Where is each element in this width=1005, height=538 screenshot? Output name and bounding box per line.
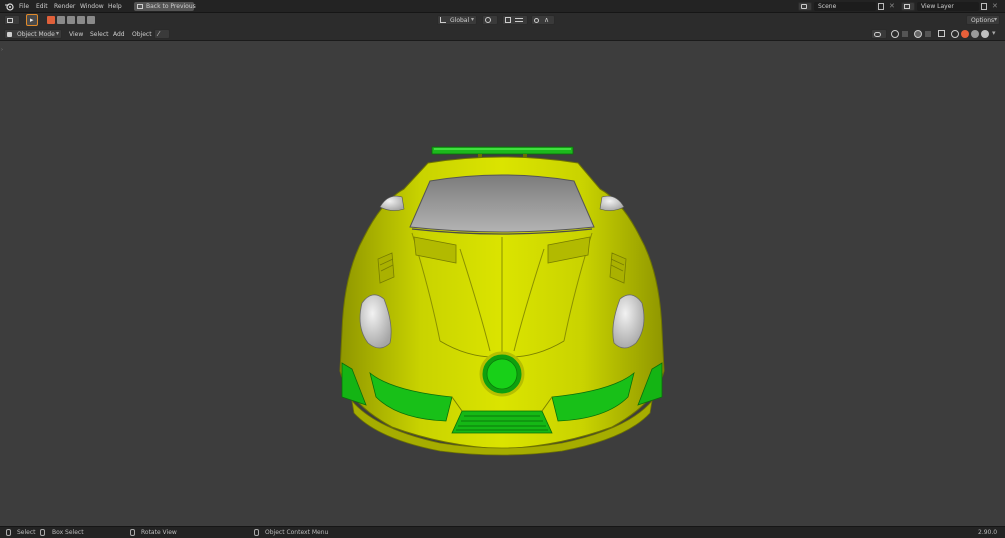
version-label: 2.90.0 (978, 529, 998, 536)
status-rotate-view-label: Rotate View (141, 529, 177, 536)
box-select-mouse-icon (40, 529, 45, 536)
falloff-curve-icon: ∧ (544, 16, 550, 24)
menu-object[interactable]: Object (132, 31, 152, 38)
top-bar: File Edit Render Window Help Back to Pre… (0, 0, 1005, 13)
visibility-dropdown[interactable] (871, 29, 887, 39)
orientation-axes-icon (440, 17, 446, 23)
shading-solid-icon[interactable] (961, 30, 969, 38)
mode-intersect-icon[interactable] (87, 16, 95, 24)
interaction-mode-label: Object Mode (17, 31, 55, 38)
back-to-previous-button[interactable]: Back to Previous (134, 2, 196, 11)
options-chevron-icon: ▾ (994, 16, 998, 23)
scene-name-field[interactable]: Scene (814, 2, 876, 11)
view-layer-browse-button[interactable] (901, 2, 915, 11)
back-icon (137, 4, 143, 9)
snap-dropdown[interactable] (502, 15, 528, 25)
back-to-previous-label: Back to Previous (146, 3, 196, 10)
cursor-arrow-icon: ▸ (30, 16, 34, 24)
eye-icon (874, 32, 881, 37)
pivot-icon (485, 17, 491, 23)
chevron-down-icon: ▾ (471, 16, 475, 23)
mode-chevron-icon: ▾ (56, 30, 60, 37)
tool-header: ▸ Global ▾ ∧ Options ▾ (0, 13, 1005, 27)
overlay-dropdown-icon[interactable] (925, 31, 931, 37)
paint-brush-dropdown[interactable]: ⁄ (154, 29, 170, 39)
mode-new-icon[interactable] (47, 16, 55, 24)
shading-options-chevron-icon[interactable]: ▾ (992, 29, 996, 37)
select-tool-button[interactable]: ▸ (26, 14, 38, 26)
mode-invert-icon[interactable] (77, 16, 85, 24)
xray-toggle-icon[interactable] (938, 30, 945, 37)
menu-select[interactable]: Select (90, 31, 109, 38)
magnet-icon (505, 17, 511, 23)
status-box-select-label: Box Select (52, 529, 84, 536)
shading-wireframe-icon[interactable] (951, 30, 959, 38)
status-bar: Select Box Select Rotate View Object Con… (0, 526, 1005, 538)
delete-view-layer-icon[interactable]: ✕ (992, 2, 998, 10)
status-context-menu-label: Object Context Menu (265, 529, 329, 536)
gizmo-toggle-icon[interactable] (891, 30, 899, 38)
right-mouse-icon (254, 529, 259, 536)
blender-logo-icon[interactable] (5, 2, 14, 11)
mode-extend-icon[interactable] (57, 16, 65, 24)
viewport-header: Object Mode ▾ View Select Add Object ⁄ ▾ (0, 27, 1005, 41)
view-layer-icon (904, 4, 910, 9)
editor-type-icon (7, 18, 13, 23)
shading-rendered-icon[interactable] (981, 30, 989, 38)
right-mirror[interactable] (599, 195, 625, 211)
new-scene-icon[interactable] (878, 3, 884, 10)
brush-icon: ⁄ (158, 30, 160, 38)
scene-browse-button[interactable] (798, 2, 812, 11)
pivot-point-dropdown[interactable] (482, 15, 498, 25)
menu-file[interactable]: File (19, 3, 29, 10)
proportional-icon (534, 18, 539, 23)
middle-mouse-icon (130, 529, 135, 536)
menu-render[interactable]: Render (54, 3, 75, 10)
3d-viewport[interactable]: › (0, 41, 1005, 526)
menu-help[interactable]: Help (108, 3, 122, 10)
options-dropdown[interactable]: Options ▾ (966, 15, 1000, 25)
mode-subtract-icon[interactable] (67, 16, 75, 24)
overlay-toggle-icon[interactable] (914, 30, 922, 38)
new-view-layer-icon[interactable] (981, 3, 987, 10)
menu-add[interactable]: Add (113, 31, 125, 38)
shading-material-icon[interactable] (971, 30, 979, 38)
proportional-editing-toggle[interactable]: ∧ (531, 15, 555, 25)
transform-orientation-label: Global (450, 17, 470, 24)
scene-icon (801, 4, 807, 9)
snap-increment-icon (515, 18, 523, 22)
status-select-label: Select (17, 529, 36, 536)
menu-window[interactable]: Window (80, 3, 104, 10)
options-label: Options (971, 17, 995, 24)
interaction-mode-dropdown[interactable]: Object Mode ▾ (4, 29, 62, 39)
gizmo-dropdown-icon[interactable] (902, 31, 908, 37)
delete-scene-icon[interactable]: ✕ (889, 2, 895, 10)
transform-orientation-dropdown[interactable]: Global ▾ (437, 15, 477, 25)
view-layer-name-field[interactable]: View Layer (917, 2, 979, 11)
front-grille[interactable] (451, 410, 553, 434)
menu-view[interactable]: View (69, 31, 83, 38)
left-mouse-icon (6, 529, 11, 536)
menu-edit[interactable]: Edit (36, 3, 48, 10)
windshield[interactable] (409, 174, 595, 233)
object-mode-icon (7, 32, 12, 37)
car-model[interactable] (0, 41, 1005, 526)
left-mirror[interactable] (379, 195, 405, 211)
editor-type-button[interactable] (4, 15, 20, 25)
